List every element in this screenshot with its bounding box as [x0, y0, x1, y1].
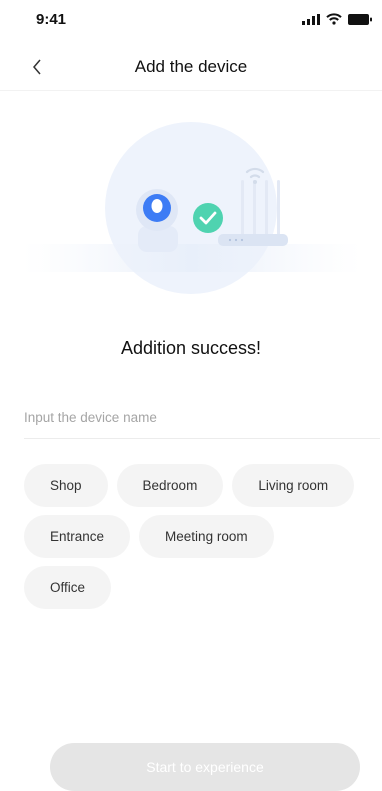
illustration-floor	[22, 244, 362, 272]
tag-meeting-room[interactable]: Meeting room	[139, 515, 274, 558]
success-illustration	[22, 122, 362, 294]
camera-icon	[136, 189, 178, 252]
tag-office[interactable]: Office	[24, 566, 112, 609]
nav-bar: Add the device	[0, 44, 382, 91]
check-circle-icon	[193, 203, 223, 233]
tag-row: Entrance Meeting room	[24, 515, 382, 558]
tag-living-room[interactable]: Living room	[232, 464, 355, 507]
battery-icon	[348, 13, 372, 25]
status-time: 9:41	[36, 11, 67, 28]
wifi-icon	[326, 13, 342, 25]
page-title: Add the device	[134, 57, 248, 76]
tag-shop[interactable]: Shop	[24, 464, 108, 507]
success-message: Addition success!	[120, 338, 262, 358]
tag-row: Office	[24, 566, 382, 609]
tag-entrance[interactable]: Entrance	[24, 515, 131, 558]
room-tag-list: Shop Bedroom Living room Entrance Meetin…	[24, 464, 382, 617]
tag-row: Shop Bedroom Living room	[24, 464, 382, 507]
start-experience-button[interactable]: Start to experience	[50, 743, 360, 791]
tag-bedroom[interactable]: Bedroom	[116, 464, 224, 507]
signal-icon	[302, 13, 320, 25]
device-name-input[interactable]	[24, 396, 380, 439]
status-icons	[302, 13, 372, 25]
status-bar: 9:41	[0, 0, 382, 44]
